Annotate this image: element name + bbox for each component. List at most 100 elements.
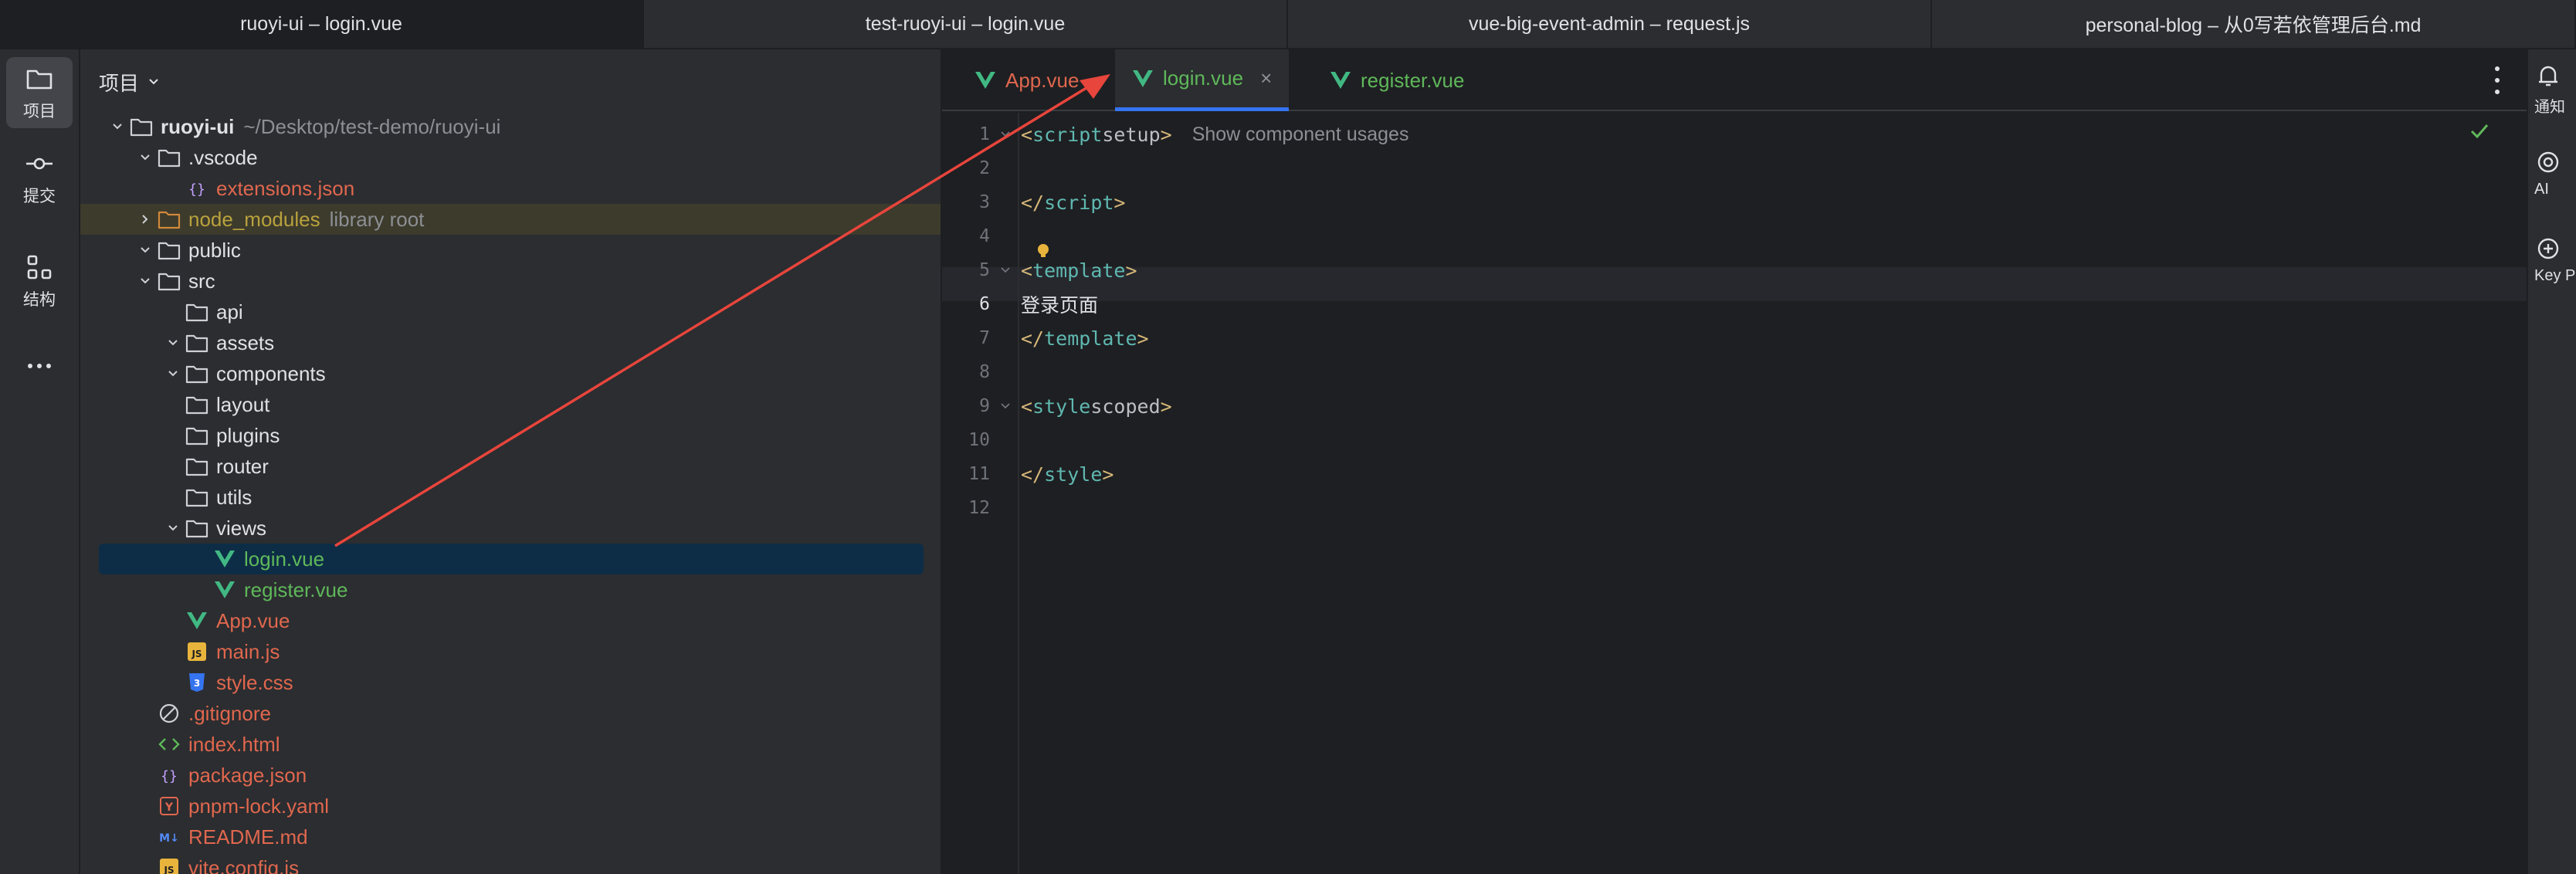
tree-item-label: login.vue — [244, 547, 325, 571]
window-tabs: ruoyi-ui – login.vue test-ruoyi-ui – log… — [0, 0, 2576, 49]
chevron-down-icon[interactable] — [162, 327, 184, 358]
tree-item-label: style.css — [216, 670, 293, 694]
markdown-file-icon: M↓ — [156, 821, 182, 852]
tree-item[interactable]: App.vue — [80, 605, 941, 636]
line-number: 12 — [968, 498, 990, 518]
tool-project-label: 项目 — [23, 103, 56, 120]
window-tab-test-ruoyi-ui[interactable]: test-ruoyi-ui – login.vue — [644, 0, 1288, 48]
fold-chevron-icon[interactable] — [998, 389, 1013, 423]
json-file-icon: {} — [184, 173, 210, 204]
tree-item-label: utils — [216, 485, 253, 509]
tree-item-label: index.html — [188, 732, 280, 756]
tree-item[interactable]: .vscode — [80, 142, 941, 173]
project-panel: 项目 ruoyi-ui ~/Desktop/test-demo/ruoyi-ui.… — [80, 49, 942, 874]
yaml-file-icon: Y — [156, 791, 182, 821]
svg-text:JS: JS — [191, 649, 202, 659]
fold-chevron-icon[interactable] — [998, 117, 1013, 151]
svg-text:M↓: M↓ — [159, 832, 179, 845]
tree-item[interactable]: ruoyi-ui ~/Desktop/test-demo/ruoyi-ui — [80, 111, 941, 142]
tree-item[interactable]: node_modules library root — [80, 204, 941, 235]
tree-item-label: src — [188, 269, 215, 293]
no-problems-check-icon[interactable] — [2468, 119, 2491, 142]
editor-tab-login-vue[interactable]: login.vue × — [1115, 49, 1290, 111]
folder-icon — [184, 482, 210, 513]
chevron-down-icon[interactable] — [162, 358, 184, 389]
editor-area: App.vue login.vue × register.vue 1 2 3 4… — [942, 49, 2527, 874]
editor-tab-app-vue[interactable]: App.vue — [958, 49, 1096, 111]
more-tools-button[interactable] — [6, 351, 73, 381]
tree-item[interactable]: plugins — [80, 420, 941, 451]
tool-project-button[interactable]: 项目 — [6, 57, 73, 128]
tree-item-label: extensions.json — [216, 176, 355, 200]
editor-tab-register-vue[interactable]: register.vue — [1313, 49, 1481, 111]
tree-item[interactable]: layout — [80, 389, 941, 420]
tool-structure-button[interactable]: 结构 — [6, 246, 73, 317]
html-file-icon — [156, 729, 182, 760]
tree-item[interactable]: {} package.json — [80, 760, 941, 791]
window-tab-personal-blog[interactable]: personal-blog – 从0写若依管理后台.md — [1932, 0, 2576, 48]
tree-item-label: views — [216, 516, 267, 540]
tree-item[interactable]: utils — [80, 482, 941, 513]
chevron-down-icon[interactable] — [134, 266, 156, 296]
fold-chevron-icon[interactable] — [998, 253, 1013, 287]
chevron-down-icon[interactable] — [134, 235, 156, 266]
tree-item[interactable]: login.vue — [99, 544, 924, 574]
tree-item[interactable]: register.vue — [80, 574, 941, 605]
svg-text:{}: {} — [161, 768, 178, 784]
project-panel-header[interactable]: 项目 — [99, 65, 161, 99]
tree-item[interactable]: assets — [80, 327, 941, 358]
code-editor[interactable]: < script setup > Show component usages </s… — [1021, 113, 2480, 874]
tree-item[interactable]: Ypnpm-lock.yaml — [80, 791, 941, 821]
line-number: 7 — [979, 328, 990, 348]
line-number-current: 6 — [979, 294, 990, 314]
chevron-down-icon[interactable] — [134, 142, 156, 173]
tree-item[interactable]: src — [80, 266, 941, 296]
code-token: 登录页面 — [1021, 294, 1099, 317]
tree-item-label: router — [216, 454, 269, 478]
tree-item-label: assets — [216, 330, 275, 354]
tree-item-label: package.json — [188, 763, 307, 787]
code-token: </ — [1021, 191, 1045, 214]
tree-item[interactable]: .gitignore — [80, 698, 941, 729]
tree-item[interactable]: {} extensions.json — [80, 173, 941, 204]
line-number: 9 — [979, 396, 990, 416]
chevron-down-icon[interactable] — [107, 111, 128, 142]
key-promoter-button[interactable]: Key P — [2534, 235, 2576, 285]
vue-icon — [975, 72, 995, 89]
notifications-button[interactable]: 通知 — [2534, 62, 2576, 117]
chevron-right-icon[interactable] — [134, 204, 156, 235]
editor-tab-label: register.vue — [1361, 68, 1465, 92]
tree-item[interactable]: api — [80, 296, 941, 327]
folder-icon — [156, 142, 182, 173]
code-token: > — [1160, 395, 1172, 418]
tree-item[interactable]: 3 style.css — [80, 667, 941, 698]
tree-item[interactable]: JS main.js — [80, 636, 941, 667]
svg-text:Y: Y — [164, 801, 174, 814]
tree-item[interactable]: views — [80, 513, 941, 544]
tree-item[interactable]: M↓ README.md — [80, 821, 941, 852]
intention-bulb-icon[interactable] — [1035, 242, 1052, 259]
tree-item[interactable]: public — [80, 235, 941, 266]
folder-icon — [184, 420, 210, 451]
line-number: 4 — [979, 226, 990, 246]
close-tab-icon[interactable]: × — [1260, 66, 1272, 90]
line-number: 8 — [979, 362, 990, 382]
more-vertical-icon[interactable] — [2490, 63, 2505, 97]
tree-item-label: .gitignore — [188, 701, 271, 725]
tree-item[interactable]: index.html — [80, 729, 941, 760]
code-token: setup — [1102, 123, 1161, 146]
tool-commit-label: 提交 — [23, 188, 56, 205]
tree-item[interactable]: components — [80, 358, 941, 389]
tool-commit-button[interactable]: 提交 — [6, 142, 73, 213]
code-token: < — [1021, 123, 1033, 146]
chevron-down-icon[interactable] — [162, 513, 184, 544]
code-token: template — [1032, 259, 1126, 282]
tree-item[interactable]: JS vite.config.js — [80, 852, 941, 874]
tree-item[interactable]: router — [80, 451, 941, 482]
ai-assistant-button[interactable]: AI — [2534, 148, 2576, 198]
show-component-usages-link[interactable]: Show component usages — [1192, 124, 1409, 146]
window-tab-ruoyi-ui[interactable]: ruoyi-ui – login.vue — [0, 0, 644, 48]
window-tab-vue-big-event-admin[interactable]: vue-big-event-admin – request.js — [1288, 0, 1932, 48]
